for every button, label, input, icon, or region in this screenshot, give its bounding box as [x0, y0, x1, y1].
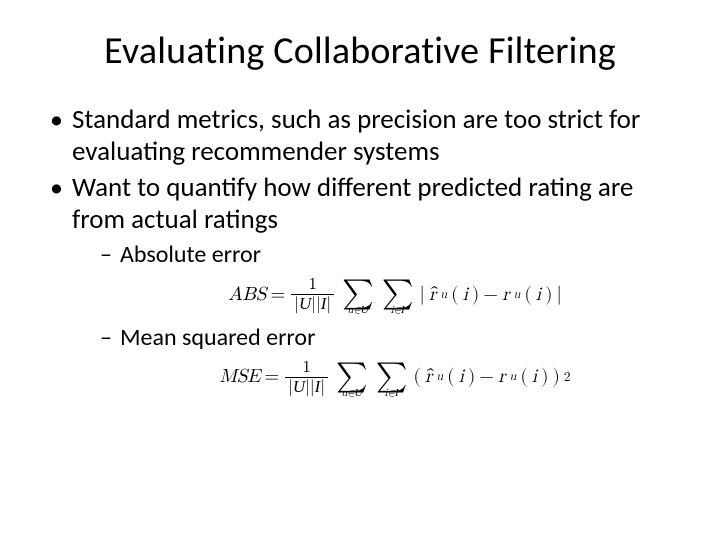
r-hat: r̂: [429, 284, 436, 307]
abs-bar-left: |: [420, 284, 425, 307]
summation: ∑ u∈U: [336, 363, 368, 398]
sub-bullet-item: Absolute error ABS = 1 |U||I| ∑ u∈U: [100, 241, 670, 313]
slide-title: Evaluating Collaborative Filtering: [50, 28, 670, 74]
subscript-u: u: [514, 288, 521, 303]
r-hat: r̂: [425, 366, 432, 389]
summation: ∑ i∈I: [382, 280, 414, 315]
subscript-u: u: [436, 370, 443, 385]
paren-right: ): [553, 366, 560, 389]
formula-lhs: MSE: [219, 366, 260, 389]
summation: ∑ u∈U: [342, 280, 374, 315]
subscript-u: u: [440, 288, 447, 303]
sub-bullet-text: Mean squared error: [120, 323, 315, 352]
formula-abs: ABS = 1 |U||I| ∑ u∈U ∑: [120, 276, 670, 314]
sub-bullet-list: Absolute error ABS = 1 |U||I| ∑ u∈U: [100, 241, 670, 396]
minus-sign: −: [479, 366, 494, 389]
fraction-numerator: 1: [305, 276, 320, 294]
formula-mse: MSE = 1 |U||I| ∑ u∈U ∑: [120, 359, 670, 397]
paren-left: (: [413, 366, 420, 389]
subscript-u: u: [510, 370, 517, 385]
fraction: 1 |U||I|: [285, 359, 328, 397]
minus-sign: −: [483, 284, 498, 307]
fraction: 1 |U||I|: [291, 276, 334, 314]
bullet-text: Want to quantify how different predicted…: [72, 171, 633, 236]
equals-sign: =: [270, 284, 285, 307]
bullet-list: Standard metrics, such as precision are …: [50, 104, 670, 396]
bullet-item: Standard metrics, such as precision are …: [50, 104, 670, 168]
slide: Evaluating Collaborative Filtering Stand…: [0, 0, 720, 540]
sub-bullet-item: Mean squared error MSE = 1 |U||I| ∑ u∈U: [100, 324, 670, 396]
r: r: [502, 284, 509, 307]
r: r: [498, 366, 505, 389]
abs-bar-right: |: [557, 284, 562, 307]
sub-bullet-text: Absolute error: [120, 240, 261, 269]
fraction-numerator: 1: [299, 359, 314, 377]
exponent-2: 2: [564, 370, 571, 386]
fraction-denominator: |U||I|: [285, 377, 328, 397]
formula-lhs: ABS: [228, 284, 266, 307]
equals-sign: =: [264, 366, 279, 389]
summation: ∑ i∈I: [376, 363, 408, 398]
bullet-item: Want to quantify how different predicted…: [50, 172, 670, 397]
fraction-denominator: |U||I|: [291, 294, 334, 314]
